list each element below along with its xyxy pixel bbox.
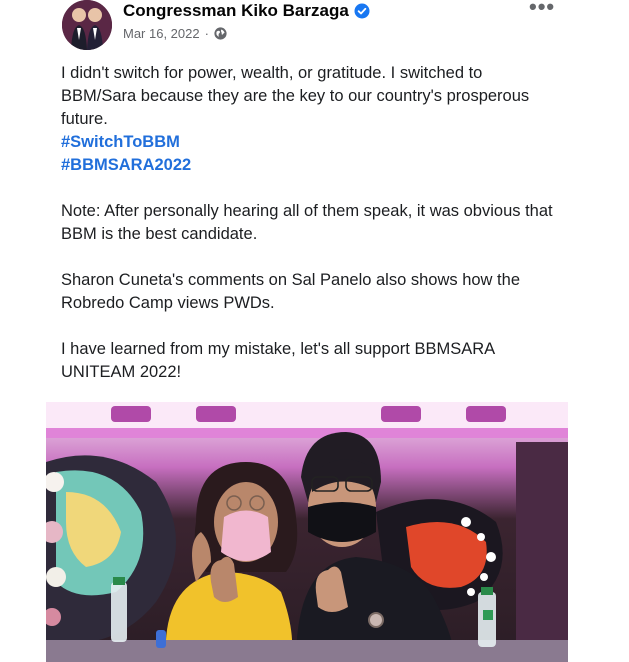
post-meta: Mar 16, 2022 · [123, 26, 227, 41]
post-paragraph: I didn't switch for power, wealth, or gr… [61, 64, 530, 128]
globe-icon[interactable] [214, 27, 227, 40]
meta-separator: · [204, 26, 209, 41]
verified-badge-icon [354, 3, 370, 19]
author-avatar[interactable] [62, 0, 112, 50]
author-name-text[interactable]: Congressman Kiko Barzaga [123, 1, 349, 21]
post-body: I didn't switch for power, wealth, or gr… [61, 62, 561, 384]
hashtag-block: #SwitchToBBM #BBMSARA2022 [61, 131, 561, 177]
hashtag-link[interactable]: #BBMSARA2022 [61, 154, 561, 177]
post-paragraph: Note: After personally hearing all of th… [61, 202, 553, 243]
post-paragraph: I have learned from my mistake, let's al… [61, 340, 495, 381]
post-paragraph: Sharon Cuneta's comments on Sal Panelo a… [61, 271, 520, 312]
facebook-post: Congressman Kiko Barzaga Mar 16, 2022 · … [0, 0, 629, 662]
author-name[interactable]: Congressman Kiko Barzaga [123, 1, 370, 21]
more-options-icon[interactable]: ••• [529, 0, 555, 18]
hashtag-link[interactable]: #SwitchToBBM [61, 131, 561, 154]
post-photo[interactable] [46, 402, 568, 662]
post-date[interactable]: Mar 16, 2022 [123, 26, 200, 41]
